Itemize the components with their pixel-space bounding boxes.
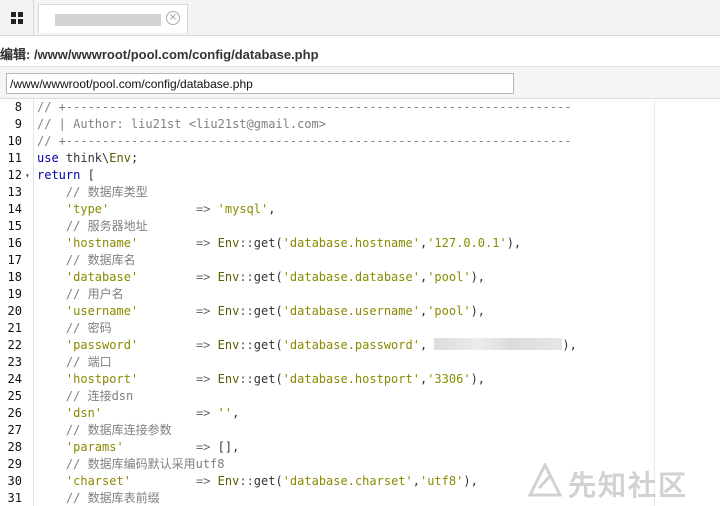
line-number: 21 (7, 321, 22, 335)
code-text: // 数据库名 (65, 253, 136, 267)
line-number: 16 (7, 236, 22, 250)
redacted-password (434, 338, 563, 350)
code-text: 'charset' => Env::get('database.charset'… (65, 474, 478, 488)
line-number: 29 (7, 457, 22, 471)
line-number: 9 (14, 117, 22, 131)
code-text: return [ (37, 168, 95, 182)
code-line[interactable]: 21 // 密码 (0, 320, 720, 337)
code-line[interactable]: 24 'hostport' => Env::get('database.host… (0, 371, 720, 388)
code-line[interactable]: 9 // | Author: liu21st <liu21st@gmail.com… (0, 116, 720, 133)
line-number: 20 (7, 304, 22, 318)
code-line[interactable]: 22 'password' => Env::get('database.pass… (0, 337, 720, 354)
line-number: 12 (7, 168, 22, 182)
code-text: // +------------------------------------… (37, 100, 572, 114)
line-number: 25 (7, 389, 22, 403)
path-bar (0, 67, 720, 99)
file-tab[interactable]: × (38, 4, 188, 33)
code-text: // +------------------------------------… (37, 134, 572, 148)
code-text: // 密码 (65, 321, 112, 335)
line-number: 14 (7, 202, 22, 216)
line-number: 15 (7, 219, 22, 233)
code-text: // | Author: liu21st <liu21st@gmail.com> (37, 117, 326, 131)
code-text: // 数据库表前缀 (65, 491, 160, 505)
code-line[interactable]: 18 'database' => Env::get('database.data… (0, 269, 720, 286)
code-text: 'hostport' => Env::get('database.hostpor… (65, 372, 486, 386)
editor-title: 编辑: /www/wwwroot/pool.com/config/databas… (0, 47, 319, 62)
close-icon[interactable]: × (166, 11, 180, 25)
line-number: 13 (7, 185, 22, 199)
line-number: 8 (14, 100, 22, 114)
code-text: 'username' => Env::get('database.usernam… (65, 304, 486, 318)
line-number: 10 (7, 134, 22, 148)
code-line[interactable]: 10 // +----------------------------------… (0, 133, 720, 150)
code-line[interactable]: 26 'dsn' => '', (0, 405, 720, 422)
line-number: 28 (7, 440, 22, 454)
code-line[interactable]: 16 'hostname' => Env::get('database.host… (0, 235, 720, 252)
code-line[interactable]: 14 'type' => 'mysql', (0, 201, 720, 218)
grid-menu-button[interactable] (0, 0, 34, 36)
line-number: 30 (7, 474, 22, 488)
code-line[interactable]: 15 // 服务器地址 (0, 218, 720, 235)
code-line[interactable]: 20 'username' => Env::get('database.user… (0, 303, 720, 320)
code-text: 'hostname' => Env::get('database.hostnam… (65, 236, 522, 250)
line-number: 17 (7, 253, 22, 267)
code-text: // 用户名 (65, 287, 124, 301)
line-number: 24 (7, 372, 22, 386)
code-text: // 数据库编码默认采用utf8 (65, 457, 225, 471)
line-number: 11 (7, 151, 22, 165)
code-line[interactable]: 8 // +-----------------------------------… (0, 99, 720, 116)
code-text: 'type' => 'mysql', (65, 202, 276, 216)
code-line[interactable]: 12 ▾ return [ (0, 167, 720, 184)
code-line[interactable]: 13 // 数据库类型 (0, 184, 720, 201)
code-line[interactable]: 17 // 数据库名 (0, 252, 720, 269)
line-number: 19 (7, 287, 22, 301)
code-text: // 数据库连接参数 (65, 423, 172, 437)
code-text: // 端口 (65, 355, 112, 369)
editor-title-bar: 编辑: /www/wwwroot/pool.com/config/databas… (0, 37, 720, 67)
code-lines[interactable]: 8 // +-----------------------------------… (0, 99, 720, 506)
tab-bar: × (0, 0, 720, 36)
code-line[interactable]: 19 // 用户名 (0, 286, 720, 303)
line-number: 27 (7, 423, 22, 437)
code-line[interactable]: 28 'params' => [], (0, 439, 720, 456)
code-line[interactable]: 23 // 端口 (0, 354, 720, 371)
code-text: use think\Env; (37, 151, 139, 165)
line-number: 23 (7, 355, 22, 369)
line-number: 31 (7, 491, 22, 505)
code-editor[interactable]: 8 // +-----------------------------------… (0, 99, 720, 506)
watermark-logo-icon (528, 463, 562, 497)
watermark: 先知社区 (528, 461, 714, 503)
code-line[interactable]: 27 // 数据库连接参数 (0, 422, 720, 439)
code-line[interactable]: 11 use think\Env; (0, 150, 720, 167)
code-text: 'params' => [], (65, 440, 240, 454)
line-number: 18 (7, 270, 22, 284)
grid-icon (10, 12, 23, 24)
code-text: 'dsn' => '', (65, 406, 240, 420)
code-text: // 数据库类型 (65, 185, 148, 199)
line-number: 22 (7, 338, 22, 352)
code-text: // 连接dsn (65, 389, 134, 403)
code-text: 'database' => Env::get('database.databas… (65, 270, 486, 284)
code-text: // 服务器地址 (65, 219, 148, 233)
fold-toggle-icon[interactable]: ▾ (25, 167, 30, 184)
code-line[interactable]: 25 // 连接dsn (0, 388, 720, 405)
watermark-text: 先知社区 (568, 470, 689, 501)
code-text: 'password' => Env::get('database.passwor… (65, 338, 577, 352)
line-number: 26 (7, 406, 22, 420)
file-path-input[interactable] (6, 73, 514, 94)
file-tab-title-redacted (55, 14, 161, 26)
